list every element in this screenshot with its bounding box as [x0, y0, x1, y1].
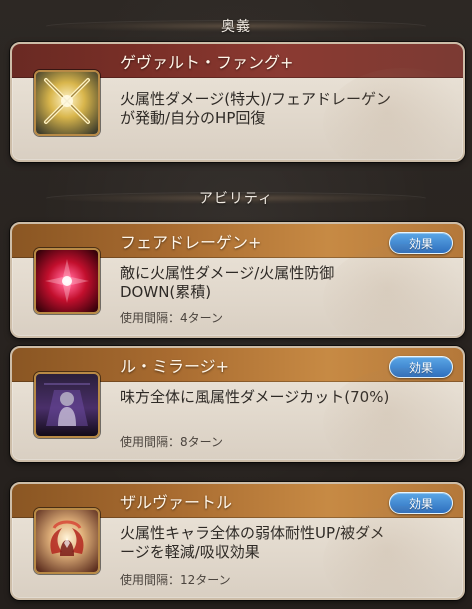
effect-button[interactable]: 効果	[389, 232, 453, 254]
abilities-section-title: アビリティ	[198, 191, 274, 207]
ability-cooldown: 使用間隔：12ターン	[120, 573, 231, 587]
dark-figure-icon	[34, 372, 100, 438]
effect-button[interactable]: 効果	[389, 356, 453, 378]
ougi-card[interactable]: ゲヴァルト・ファング+ 火属性ダメージ(特大)/フェアドレーゲン が発動/自分の…	[10, 42, 465, 162]
ougi-description: 火属性ダメージ(特大)/フェアドレーゲン が発動/自分のHP回復	[120, 90, 392, 127]
ability-card[interactable]: ル・ミラージ+ 効果 味方全体に風属性ダメージカット(70%) 使用間隔：8ター…	[10, 346, 465, 462]
ougi-section-header: 奥義	[0, 14, 472, 38]
ability-description: 敵に火属性ダメージ/火属性防御 DOWN(累積)	[120, 264, 335, 301]
abilities-section-header: アビリティ	[0, 186, 472, 210]
ability-description: 味方全体に風属性ダメージカット(70%)	[120, 388, 390, 406]
skills-page: 奥義 ゲヴァルト・ファング+ 火属性ダメージ(特大)/フェアドレーゲン が発動/…	[0, 0, 472, 609]
crossed-swords-icon	[34, 70, 100, 136]
ability-cooldown: 使用間隔：4ターン	[120, 311, 224, 325]
ability-cooldown: 使用間隔：8ターン	[120, 435, 224, 449]
ability-card[interactable]: ザルヴァートル 効果 火属性キャラ全体の弱体耐性UP/被ダメ ージを軽減/吸収効…	[10, 482, 465, 600]
ability-description: 火属性キャラ全体の弱体耐性UP/被ダメ ージを軽減/吸収効果	[120, 524, 385, 561]
fire-burst-icon	[34, 248, 100, 314]
dragon-crest-icon	[34, 508, 100, 574]
ougi-section-title: 奥義	[221, 19, 251, 35]
effect-button[interactable]: 効果	[389, 492, 453, 514]
ability-card[interactable]: フェアドレーゲン+ 効果 敵に火属性ダメージ/火属性防御 DOWN(累積) 使用…	[10, 222, 465, 338]
